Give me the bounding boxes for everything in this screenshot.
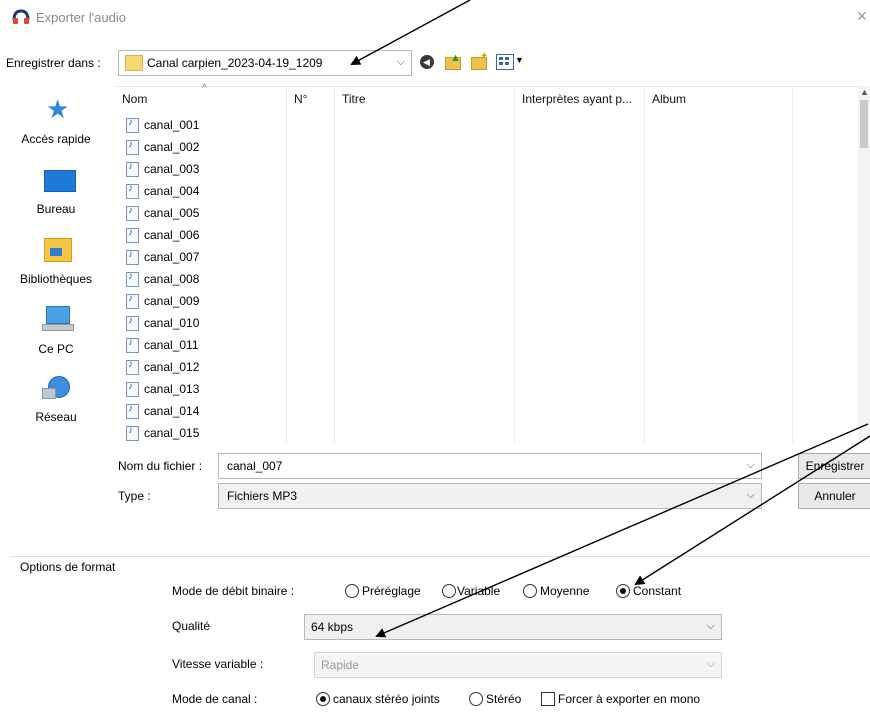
annotation-arrows (350, 0, 870, 638)
annotation-arrow (634, 435, 870, 586)
annotation-arrow (350, 0, 471, 65)
annotation-arrow (375, 423, 869, 638)
